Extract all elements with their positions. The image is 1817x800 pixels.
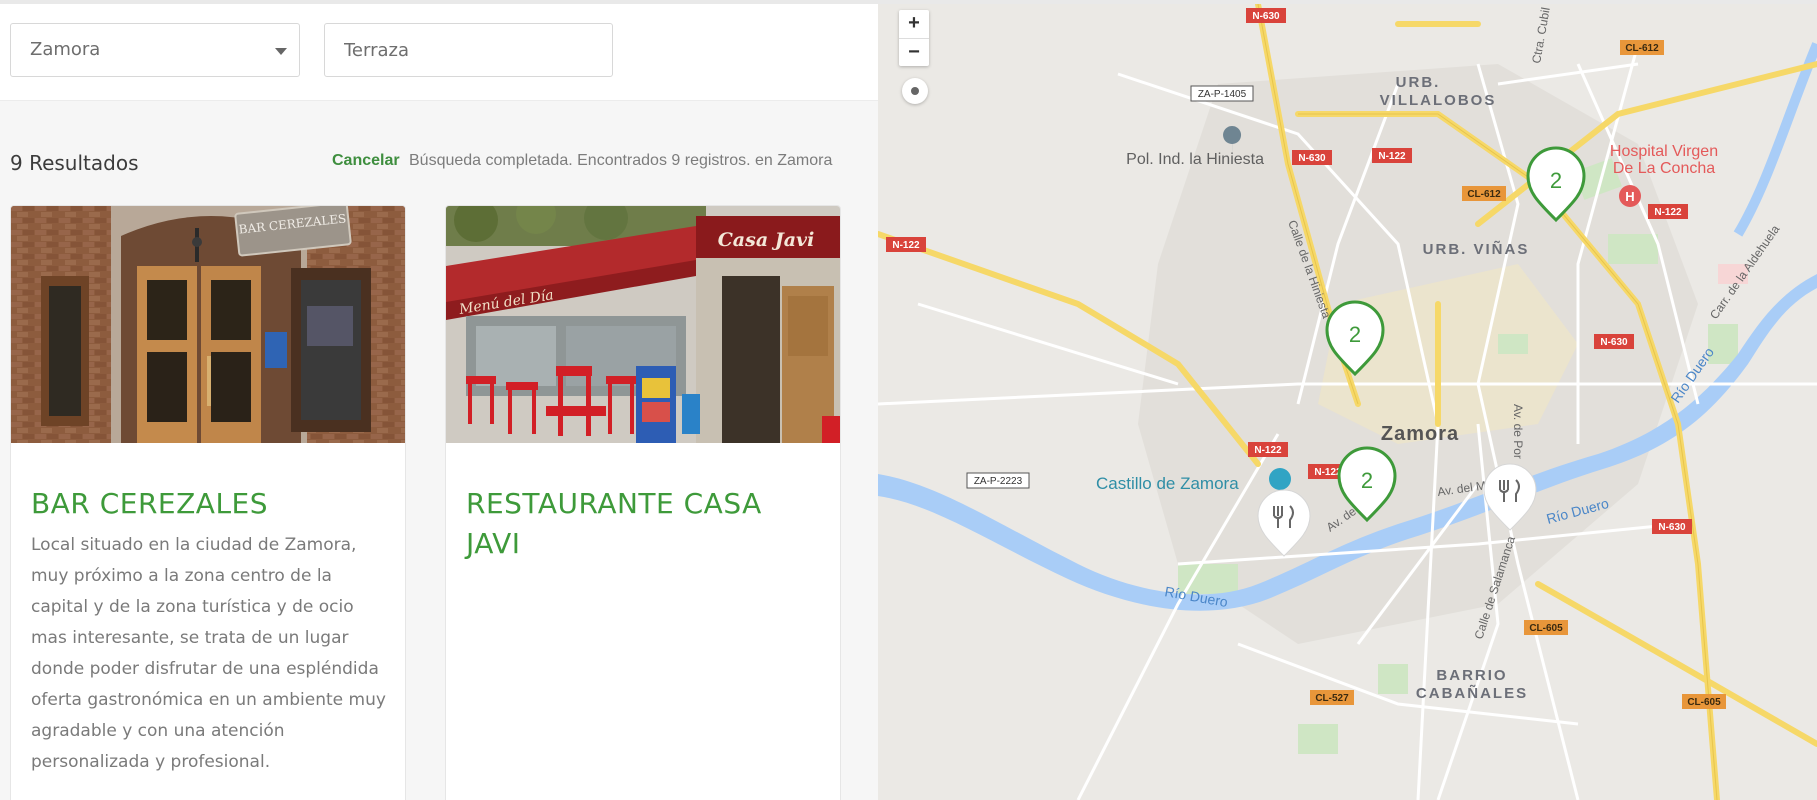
road-shield: N-630	[1298, 153, 1326, 164]
district-label: URB. VIÑAS	[1423, 240, 1530, 258]
storefront-image: Menú del Día Casa Javi	[446, 206, 840, 443]
zoom-in-button[interactable]: +	[899, 10, 929, 38]
map-canvas: URB. VILLALOBOS URB. VIÑAS BARRIO CABAÑA…	[878, 4, 1817, 800]
casa-javi-sign: Casa Javi	[718, 229, 815, 251]
district-label: BARRIO	[1436, 667, 1507, 684]
map-view[interactable]: URB. VILLALOBOS URB. VIÑAS BARRIO CABAÑA…	[878, 4, 1817, 800]
filter-bar: Zamora	[0, 4, 878, 101]
storefront-image: BAR CEREZALES	[11, 206, 405, 443]
road-shield: N-122	[892, 240, 920, 251]
road-shield: N-630	[1252, 11, 1280, 22]
city-select[interactable]: Zamora	[10, 23, 300, 77]
city-label: Zamora	[1381, 423, 1459, 445]
bar-cerezales-photo[interactable]: BAR CEREZALES	[11, 206, 405, 443]
district-label: VILLALOBOS	[1380, 92, 1497, 109]
city-select-value: Zamora	[30, 39, 101, 60]
road-shield: ZA-P-2223	[974, 476, 1023, 487]
search-input[interactable]	[324, 23, 613, 77]
zoom-out-button[interactable]: −	[899, 38, 929, 66]
cluster-count: 2	[1550, 168, 1562, 193]
road-shield: N-122	[1378, 151, 1406, 162]
results-count: 9 Resultados	[10, 151, 139, 175]
card-title[interactable]: BAR CEREZALES	[31, 484, 381, 524]
poi-label: Hospital Virgen	[1610, 143, 1718, 160]
card-title[interactable]: RESTAURANTE CASA JAVI	[466, 484, 816, 564]
result-card-bar-cerezales[interactable]: BAR CEREZALES BAR CEREZALES Local situad…	[10, 205, 406, 800]
road-shield: ZA-P-1405	[1198, 89, 1247, 100]
search-status: Búsqueda completada. Encontrados 9 regis…	[409, 152, 833, 169]
road-shield: CL-612	[1467, 189, 1501, 200]
results-panel: Zamora 9 Resultados Cancelar Búsqueda co…	[0, 4, 878, 800]
street-label: Av. de Por	[1511, 404, 1525, 459]
result-card-casa-javi[interactable]: Menú del Día Casa Javi RESTAURANTE CASA …	[445, 205, 841, 800]
poi-label: Castillo de Zamora	[1096, 474, 1239, 493]
zoom-control: + −	[899, 10, 929, 66]
district-label: URB.	[1396, 74, 1441, 91]
district-label: CABAÑALES	[1416, 684, 1528, 702]
cluster-count: 2	[1361, 468, 1373, 493]
casa-javi-photo[interactable]: Menú del Día Casa Javi	[446, 206, 840, 443]
poi-label: De La Concha	[1613, 160, 1715, 177]
road-shield: CL-527	[1315, 693, 1349, 704]
cluster-count: 2	[1349, 322, 1361, 347]
chevron-down-icon	[275, 48, 287, 55]
page: Zamora 9 Resultados Cancelar Búsqueda co…	[0, 0, 1817, 800]
road-shield: CL-605	[1529, 623, 1563, 634]
museum-icon	[1269, 468, 1291, 490]
svg-text:H: H	[1625, 189, 1634, 204]
poi-label: Pol. Ind. la Hiniesta	[1126, 151, 1264, 168]
locate-me-button[interactable]	[902, 78, 928, 104]
card-description: Local situado en la ciudad de Zamora, mu…	[31, 535, 386, 772]
cancel-link[interactable]: Cancelar	[332, 152, 400, 170]
road-shield: N-630	[1658, 522, 1686, 533]
road-shield: N-122	[1654, 207, 1682, 218]
road-shield: N-630	[1600, 337, 1628, 348]
road-shield: CL-605	[1687, 697, 1721, 708]
road-shield: CL-612	[1625, 43, 1659, 54]
road-shield: N-122	[1254, 445, 1282, 456]
